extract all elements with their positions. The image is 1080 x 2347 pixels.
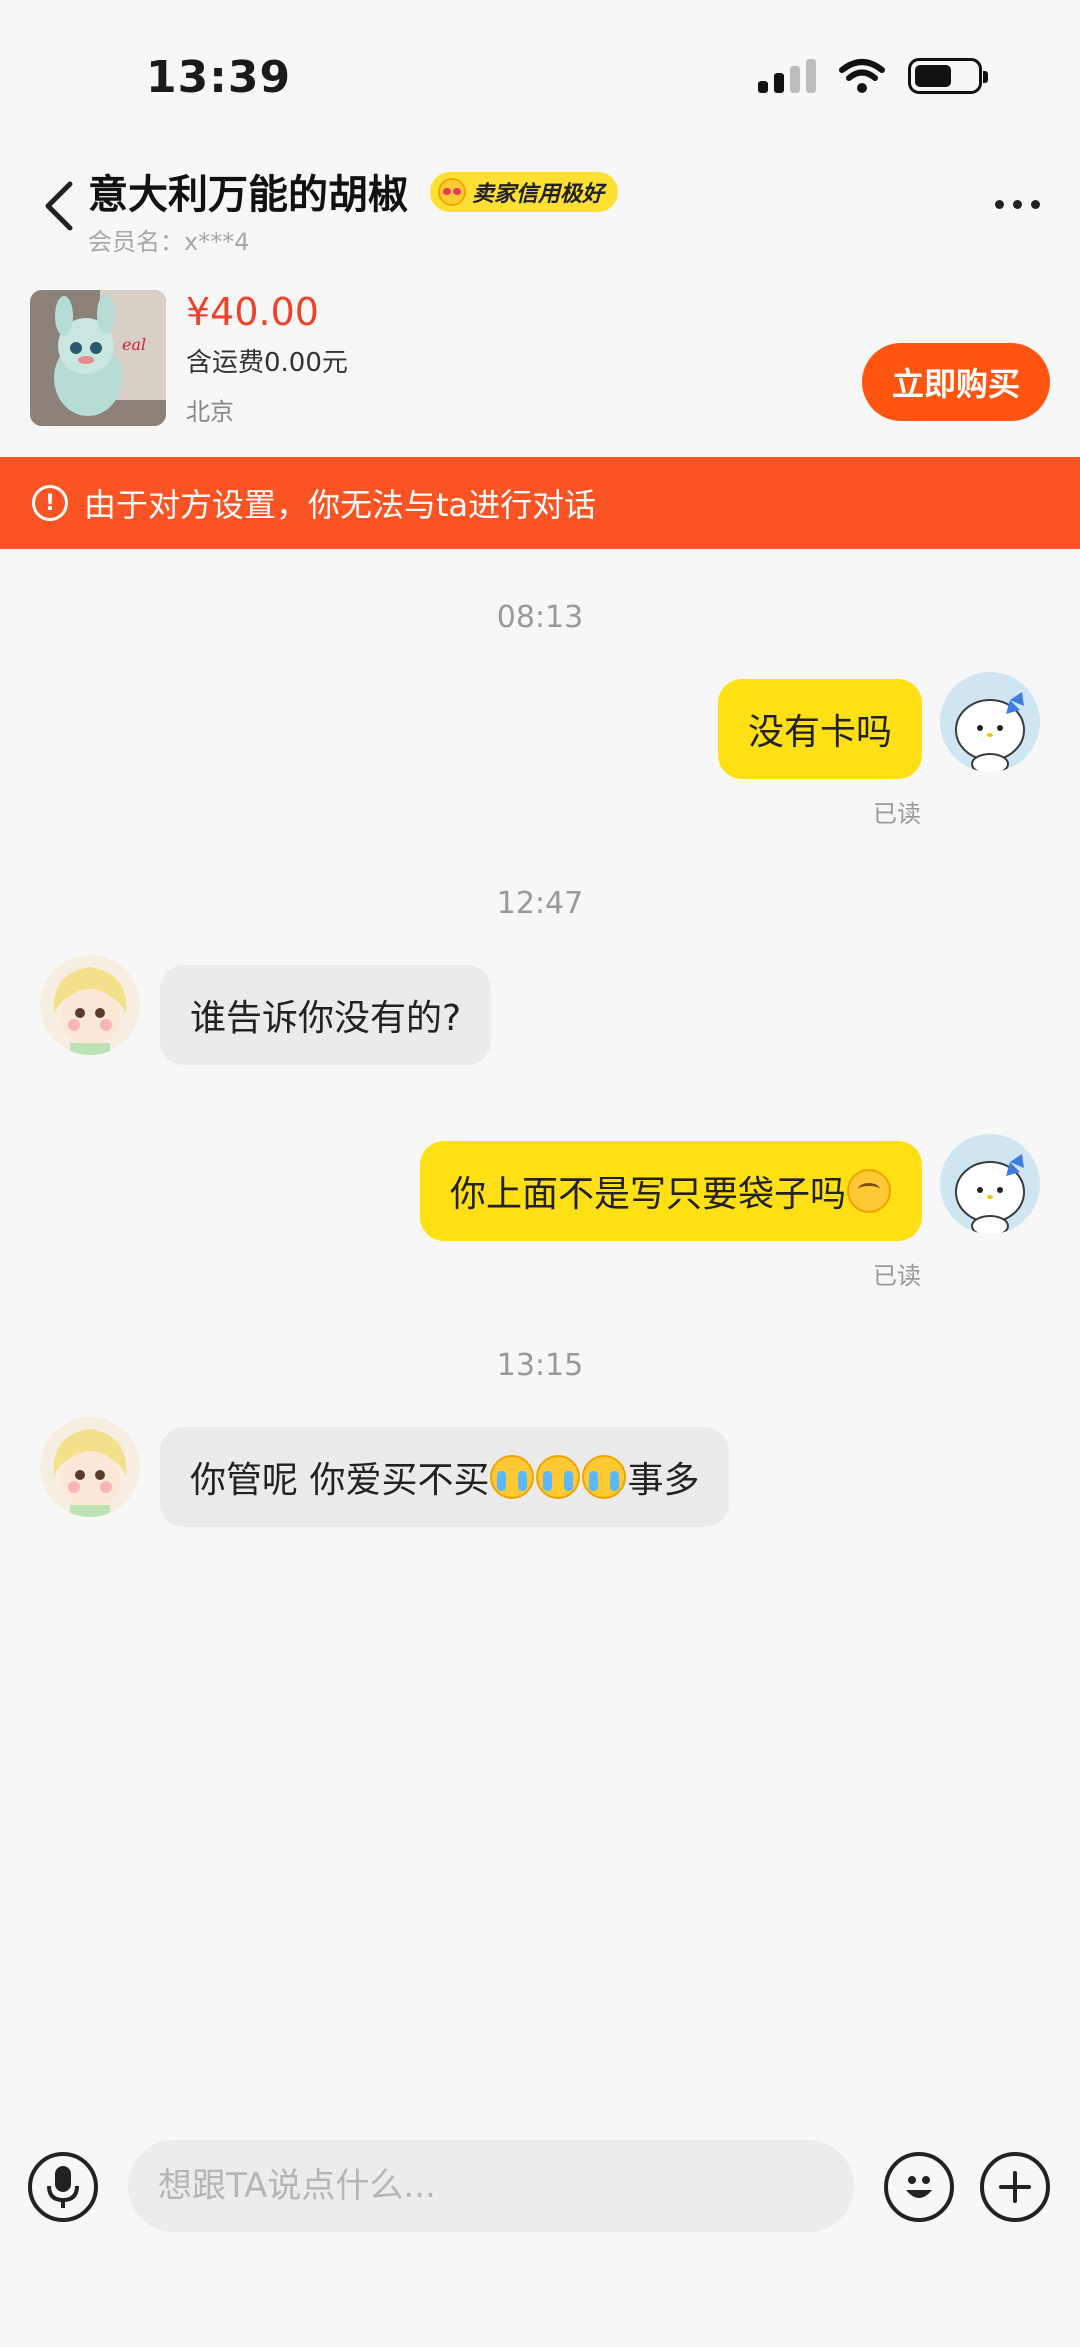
warning-text: 由于对方设置，你无法与ta进行对话 (84, 486, 597, 524)
timestamp: 08:13 (496, 600, 584, 635)
seller-name[interactable]: 意大利万能的胡椒 (88, 162, 408, 220)
status-time: 13:39 (146, 52, 292, 103)
mic-icon (47, 2166, 79, 2208)
back-button[interactable] (36, 178, 84, 234)
product-location: 北京 (186, 398, 234, 426)
member-name: 会员名：x***4 (88, 228, 250, 256)
crying-emoji-icon (490, 1455, 535, 1499)
avatar-self[interactable] (940, 672, 1040, 772)
product-price: ¥40.00 (186, 290, 319, 334)
plus-button[interactable] (980, 2152, 1050, 2222)
message-bubble-mine[interactable]: 你上面不是写只要袋子吗 (419, 1141, 922, 1241)
message-text: 你管呢 你爱买不买 (190, 1460, 490, 1501)
read-status: 已读 (873, 1262, 921, 1290)
emoji-icon (906, 2176, 932, 2198)
product-image[interactable]: eal (30, 290, 166, 426)
credit-emoji-icon (438, 178, 466, 206)
status-icons (758, 58, 988, 94)
message-bubble-mine[interactable]: 没有卡吗 (717, 679, 922, 779)
warning-banner: ! 由于对方设置，你无法与ta进行对话 (0, 457, 1080, 549)
avatar-seller[interactable] (40, 955, 140, 1055)
product-shipping: 含运费0.00元 (186, 348, 348, 378)
back-icon (45, 181, 73, 231)
shy-emoji-icon (847, 1169, 891, 1213)
buy-now-button[interactable]: 立即购买 (862, 343, 1050, 421)
message-input[interactable] (128, 2140, 854, 2232)
credit-badge-label: 卖家信用极好 (472, 182, 605, 207)
message-text: 你上面不是写只要袋子吗 (449, 1174, 846, 1215)
input-bar (0, 2130, 1080, 2250)
message-bubble-theirs[interactable]: 你管呢 你爱买不买 事多 (160, 1427, 730, 1527)
chat-screen: 13:39 意大利万能的胡椒 卖家信用极好 会员名：x***4 eal ¥40.… (0, 0, 1080, 2347)
avatar-seller[interactable] (40, 1417, 140, 1517)
message-bubble-theirs[interactable]: 谁告诉你没有的? (160, 965, 492, 1065)
signal-icon (758, 59, 816, 93)
voice-button[interactable] (28, 2152, 98, 2222)
timestamp: 13:15 (496, 1348, 584, 1383)
more-icon[interactable] (995, 200, 1040, 209)
credit-badge: 卖家信用极好 (430, 172, 619, 212)
crying-emoji-icon (582, 1455, 627, 1499)
emoji-button[interactable] (884, 2152, 954, 2222)
alert-icon: ! (32, 485, 68, 521)
message-text: 事多 (627, 1460, 700, 1501)
wifi-icon (839, 59, 885, 93)
battery-icon (908, 58, 988, 94)
timestamp: 12:47 (496, 886, 584, 921)
avatar-self[interactable] (940, 1134, 1040, 1234)
plus-icon (999, 2171, 1031, 2203)
crying-emoji-icon (536, 1455, 581, 1499)
read-status: 已读 (873, 800, 921, 828)
svg-text:eal: eal (122, 335, 146, 354)
